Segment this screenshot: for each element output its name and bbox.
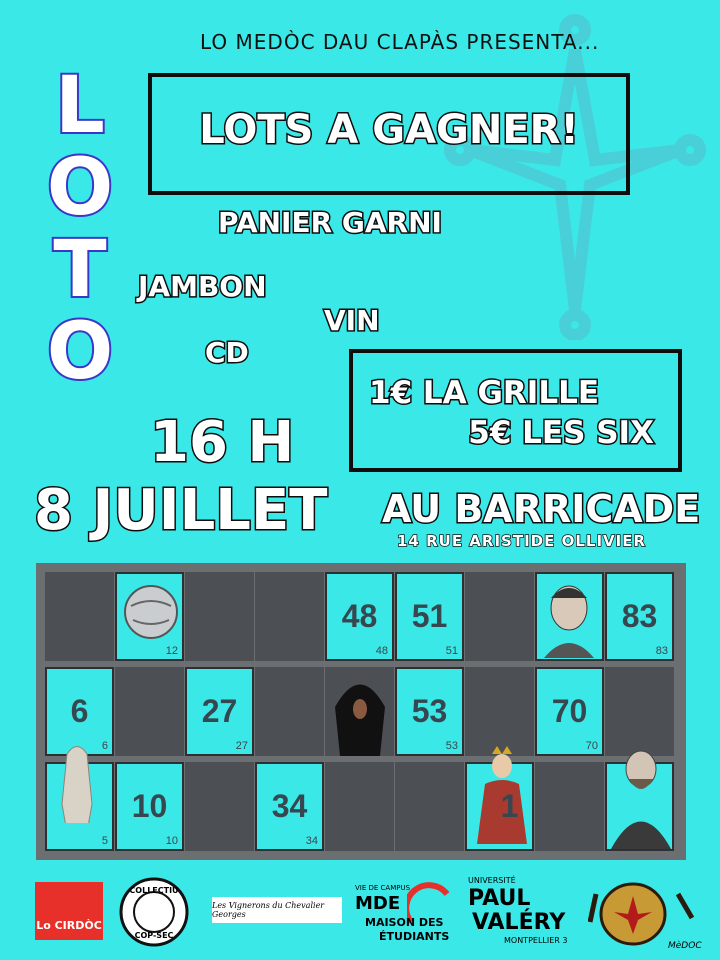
grid-cell-small-number: 83 <box>655 645 668 657</box>
cirdoc-logo: Lo CIRDÒC <box>35 882 103 940</box>
portrait-icon <box>544 585 594 658</box>
mde-small: VIE DE CAMPUS <box>355 884 411 892</box>
grid-cell-blank <box>185 762 254 851</box>
grid-cell-blank <box>465 572 534 661</box>
grid-cell-blank <box>185 572 254 661</box>
loto-title: L O T O <box>25 61 135 397</box>
grid-cell: 5 <box>45 746 114 851</box>
venue-address: 14 RUE ARISTIDE OLLIVIER <box>396 531 647 551</box>
price-line: 5€ LES SIX <box>467 414 656 453</box>
prizes-header: LOTS A GAGNER! <box>198 106 580 155</box>
loto-letter: O <box>45 143 115 233</box>
pv-line2: VALÉRY <box>472 910 566 935</box>
grid-cell: 27 27 <box>185 667 254 756</box>
grid-cell-number: 34 <box>271 788 308 824</box>
grid-cell-small-number: 53 <box>445 740 458 752</box>
grid-cell-number: 83 <box>621 598 658 634</box>
cirdoc-label: Lo CIRDÒC <box>36 919 102 932</box>
prizes-header-box: LOTS A GAGNER! <box>148 73 630 195</box>
prize-item: JAMBON <box>137 269 269 305</box>
loto-letter: T <box>51 225 108 315</box>
grid-cell-number: 27 <box>201 693 238 729</box>
loto-grid: 12 48 48 51 51 83 83 6 6 27 27 53 53 70 … <box>36 563 686 860</box>
medoc-logo: MèDOC <box>588 882 702 951</box>
grid-cell-blank <box>325 667 394 756</box>
hooded-figure-icon <box>335 684 385 756</box>
price-box: 1€ LA GRILLE 5€ LES SIX <box>349 349 682 472</box>
mde-line1: MAISON DES <box>365 916 444 929</box>
copsec-logo: COLLECTIU COP-SEC <box>119 877 189 947</box>
grid-cell: 48 48 <box>325 572 394 661</box>
grid-cell-small-number: 51 <box>445 645 458 657</box>
mde-line2: ÉTUDIANTS <box>379 930 450 943</box>
grid-cell-number: 6 <box>70 693 89 729</box>
statue-icon <box>61 746 93 823</box>
grid-cell: 12 <box>115 572 184 661</box>
grid-cell-blank <box>465 667 534 756</box>
grid-cell: 34 34 <box>255 762 324 851</box>
grid-cell-number: 48 <box>341 598 378 634</box>
grid-cell: 53 53 <box>395 667 464 756</box>
grid-cell-blank <box>255 667 324 756</box>
grid-cell-blank <box>255 572 324 661</box>
pv-line1: PAUL <box>468 886 531 911</box>
grid-cell-blank <box>535 762 604 851</box>
grid-cell-blank <box>45 572 114 661</box>
grid-cell-small-number: 70 <box>585 740 598 752</box>
grid-cell <box>535 572 604 661</box>
grid-cell-small-number: 27 <box>235 740 248 752</box>
grid-cell-number: 70 <box>551 693 588 729</box>
pv-line3: MONTPELLIER 3 <box>504 936 568 945</box>
grid-cell <box>605 750 674 851</box>
grid-cell-small-number: 5 <box>101 835 108 847</box>
copsec-top-text: COLLECTIU <box>129 886 178 895</box>
grid-cell-small-number: 10 <box>165 835 178 847</box>
grid-cell-number: 53 <box>411 693 448 729</box>
price-line: 1€ LA GRILLE <box>367 374 600 413</box>
grid-cell-number: 1 <box>500 788 519 824</box>
grid-cell-blank <box>115 667 184 756</box>
event-date: 8 JUILLET <box>32 477 328 545</box>
grid-cell-number: 51 <box>411 598 448 634</box>
paul-valery-logo: UNIVERSITÉ PAUL VALÉRY MONTPELLIER 3 <box>462 874 572 952</box>
grid-cell: 10 10 <box>115 762 184 851</box>
mde-big: MDE <box>355 893 401 914</box>
medoc-logo-text: MèDOC <box>668 940 702 951</box>
prize-item: VIN <box>323 303 382 339</box>
grid-cell-small-number: 48 <box>375 645 388 657</box>
petanque-ball-icon <box>124 585 178 639</box>
loto-letter: O <box>45 307 115 397</box>
grid-cell-blank <box>325 762 394 851</box>
venue-name: AU BARRICADE <box>380 486 701 533</box>
grid-cell: 83 83 <box>605 572 674 661</box>
mde-logo: VIE DE CAMPUS MDE MAISON DES ÉTUDIANTS <box>355 880 455 948</box>
grid-cell: 70 70 <box>535 667 604 756</box>
loto-letter: L <box>53 61 107 151</box>
sponsor-logos: Lo CIRDÒC COLLECTIU COP-SEC Les Vigneron… <box>0 868 720 960</box>
grid-cell-small-number: 34 <box>305 835 318 847</box>
grid-cell-small-number: 12 <box>165 645 178 657</box>
grid-cell: 1 <box>465 746 534 851</box>
prize-item: CD <box>204 335 251 371</box>
grid-cell-number: 10 <box>131 788 168 824</box>
grid-cell: 51 51 <box>395 572 464 661</box>
presenter-text: LO MEDÒC DAU CLAPÀS PRESENTA... <box>200 30 600 54</box>
copsec-bottom-text: COP-SEC <box>135 931 174 940</box>
portrait-icon <box>611 750 671 849</box>
prize-item: PANIER GARNI <box>217 205 444 241</box>
grid-cell-blank <box>395 762 464 851</box>
vignerons-logo: Les Vignerons du Chevalier Georges <box>212 897 342 923</box>
pv-small: UNIVERSITÉ <box>468 876 516 885</box>
event-time: 16 H <box>148 409 295 477</box>
